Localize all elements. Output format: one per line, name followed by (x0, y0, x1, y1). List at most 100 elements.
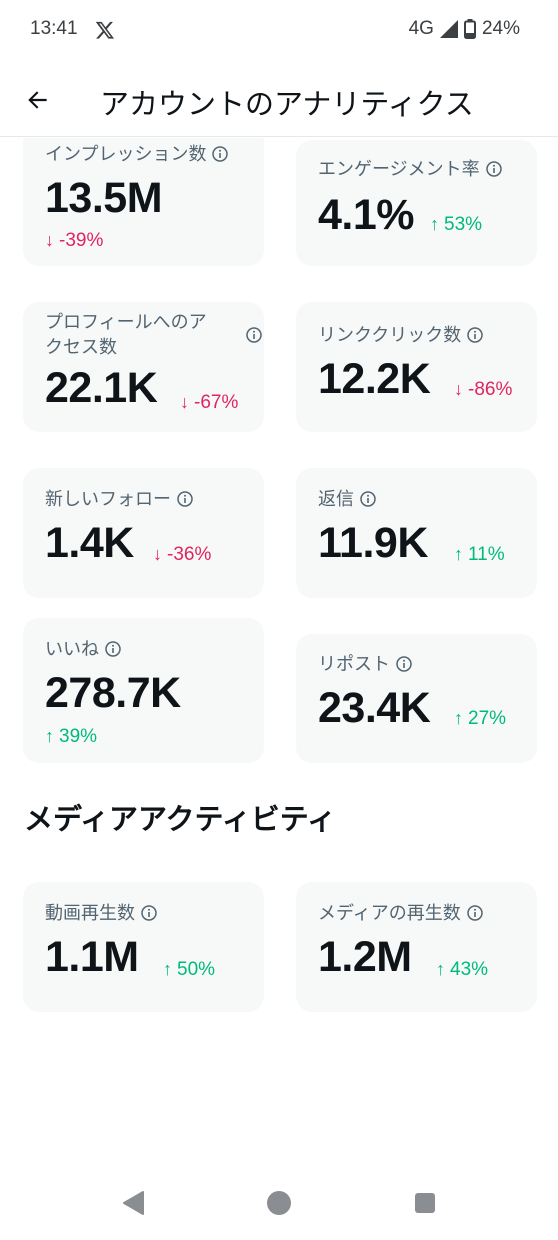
metric-label: プロフィールへのア (45, 310, 207, 335)
metric-card-profile-visits[interactable]: プロフィールへのア クセス数 22.1K ↓ -67% (23, 302, 264, 432)
metric-label: エンゲージメント率 (318, 157, 502, 182)
arrow-down-icon: ↓ (454, 379, 463, 399)
arrow-down-icon: ↓ (180, 392, 189, 412)
arrow-up-icon: ↑ (454, 544, 463, 564)
metric-label: 新しいフォロー (45, 487, 193, 512)
metric-label-text: メディアの再生数 (318, 903, 461, 924)
metric-label: リポスト (318, 652, 412, 677)
status-right: 4G 24% (409, 18, 520, 40)
metric-label-text: インプレッション数 (45, 144, 207, 165)
metric-card-link-clicks[interactable]: リンククリック数 12.2K ↓ -86% (296, 302, 537, 432)
metric-delta: ↑ 53% (430, 212, 482, 237)
metric-label-text: リポスト (318, 654, 390, 675)
arrow-up-icon: ↑ (454, 708, 463, 728)
metric-label: インプレッション数 (45, 142, 229, 167)
metric-delta: ↓ -36% (153, 542, 211, 567)
section-title-media-activity: メディアアクティビティ (24, 802, 337, 836)
status-time: 13:41 (30, 18, 78, 39)
nav-back-icon (123, 1191, 144, 1215)
metric-delta-text: 50% (177, 959, 216, 980)
metric-label-text: リンククリック数 (318, 325, 462, 346)
nav-home-icon (267, 1191, 291, 1215)
info-icon[interactable] (467, 905, 483, 921)
metric-label-text: 返信 (318, 489, 354, 510)
info-icon[interactable] (141, 905, 157, 921)
metric-value: 1.1M (45, 933, 139, 981)
arrow-up-icon: ↑ (163, 959, 172, 979)
metric-delta: ↓ -39% (45, 228, 103, 253)
metric-delta-text: -86% (468, 379, 513, 400)
metric-delta-text: -36% (167, 544, 212, 565)
metric-value: 4.1% (318, 191, 415, 239)
metric-value: 278.7K (45, 669, 181, 717)
metric-label: 返信 (318, 487, 376, 512)
metric-card-reposts[interactable]: リポスト 23.4K ↑ 27% (296, 634, 537, 763)
metric-delta: ↑ 27% (454, 706, 506, 731)
arrow-down-icon: ↓ (153, 544, 162, 564)
metric-value: 11.9K (318, 519, 428, 567)
arrow-left-icon (28, 91, 47, 109)
metric-delta: ↓ -86% (454, 377, 512, 402)
metric-card-replies[interactable]: 返信 11.9K ↑ 11% (296, 468, 537, 598)
metric-delta-text: -67% (194, 392, 239, 413)
metric-label: クセス数 (45, 335, 117, 360)
info-icon[interactable] (177, 491, 193, 507)
info-icon[interactable] (360, 491, 376, 507)
info-icon[interactable] (485, 161, 502, 177)
metric-card-engagement-rate[interactable]: エンゲージメント率 4.1% ↑ 53% (296, 140, 537, 266)
back-button[interactable] (20, 82, 56, 118)
metric-label: リンククリック数 (318, 323, 484, 348)
info-icon[interactable] (212, 146, 229, 162)
metric-delta: ↑ 50% (163, 957, 215, 982)
info-icon[interactable] (105, 641, 121, 657)
metric-value: 13.5M (45, 174, 163, 222)
nav-home-button[interactable] (264, 1188, 294, 1218)
signal-icon (439, 20, 458, 38)
page-title: アカウントのアナリティクス (100, 87, 474, 121)
metric-card-new-follows[interactable]: 新しいフォロー 1.4K ↓ -36% (23, 468, 264, 598)
status-bar: 13:41 4G 24% (0, 0, 558, 64)
metric-card-media-views[interactable]: メディアの再生数 1.2M ↑ 43% (296, 882, 537, 1012)
metric-delta-text: -39% (59, 230, 104, 251)
arrow-down-icon: ↓ (45, 230, 54, 250)
metric-card-likes[interactable]: いいね 278.7K ↑ 39% (23, 618, 264, 763)
info-icon[interactable] (467, 327, 484, 343)
analytics-content[interactable]: インプレッション数 13.5M ↓ -39% エンゲージメント率 4.1% ↑ 53… (0, 138, 558, 1148)
arrow-up-icon: ↑ (45, 726, 54, 746)
metric-delta: ↓ -67% (180, 390, 238, 415)
metric-delta-text: 11% (468, 544, 505, 565)
metric-value: 22.1K (45, 364, 158, 412)
nav-recents-icon (415, 1193, 435, 1213)
metric-value: 12.2K (318, 355, 431, 403)
metric-label-text: 新しいフォロー (45, 489, 171, 510)
metric-delta-text: 43% (450, 959, 489, 980)
metric-value: 23.4K (318, 684, 431, 732)
app-bar: アカウントのアナリティクス (0, 64, 558, 137)
nav-back-button[interactable] (118, 1188, 148, 1218)
metric-delta: ↑ 11% (454, 542, 505, 567)
arrow-up-icon: ↑ (436, 959, 445, 979)
metric-label: いいね (45, 637, 121, 662)
metric-label: 動画再生数 (45, 901, 157, 926)
metric-label-text: 動画再生数 (45, 903, 135, 924)
metric-delta: ↑ 43% (436, 957, 488, 982)
metric-label-text: いいね (45, 639, 99, 660)
metric-value: 1.2M (318, 933, 412, 981)
metric-delta-text: 53% (444, 214, 483, 235)
metric-delta-text: 39% (59, 726, 98, 747)
arrow-up-icon: ↑ (430, 214, 439, 234)
metric-card-impressions[interactable]: インプレッション数 13.5M ↓ -39% (23, 138, 264, 266)
metric-label: メディアの再生数 (318, 901, 483, 926)
metric-value: 1.4K (45, 519, 134, 567)
metric-label-text: エンゲージメント率 (318, 159, 480, 180)
info-icon[interactable] (396, 656, 412, 672)
battery-icon (463, 19, 476, 39)
network-label: 4G (408, 18, 434, 39)
metric-card-video-views[interactable]: 動画再生数 1.1M ↑ 50% (23, 882, 264, 1012)
metric-label-line2: クセス数 (45, 337, 117, 358)
nav-recents-button[interactable] (410, 1188, 440, 1218)
metric-delta: ↑ 39% (45, 724, 97, 749)
info-icon[interactable] (246, 327, 262, 343)
battery-percent: 24% (481, 18, 520, 39)
metric-delta-text: 27% (468, 708, 507, 729)
